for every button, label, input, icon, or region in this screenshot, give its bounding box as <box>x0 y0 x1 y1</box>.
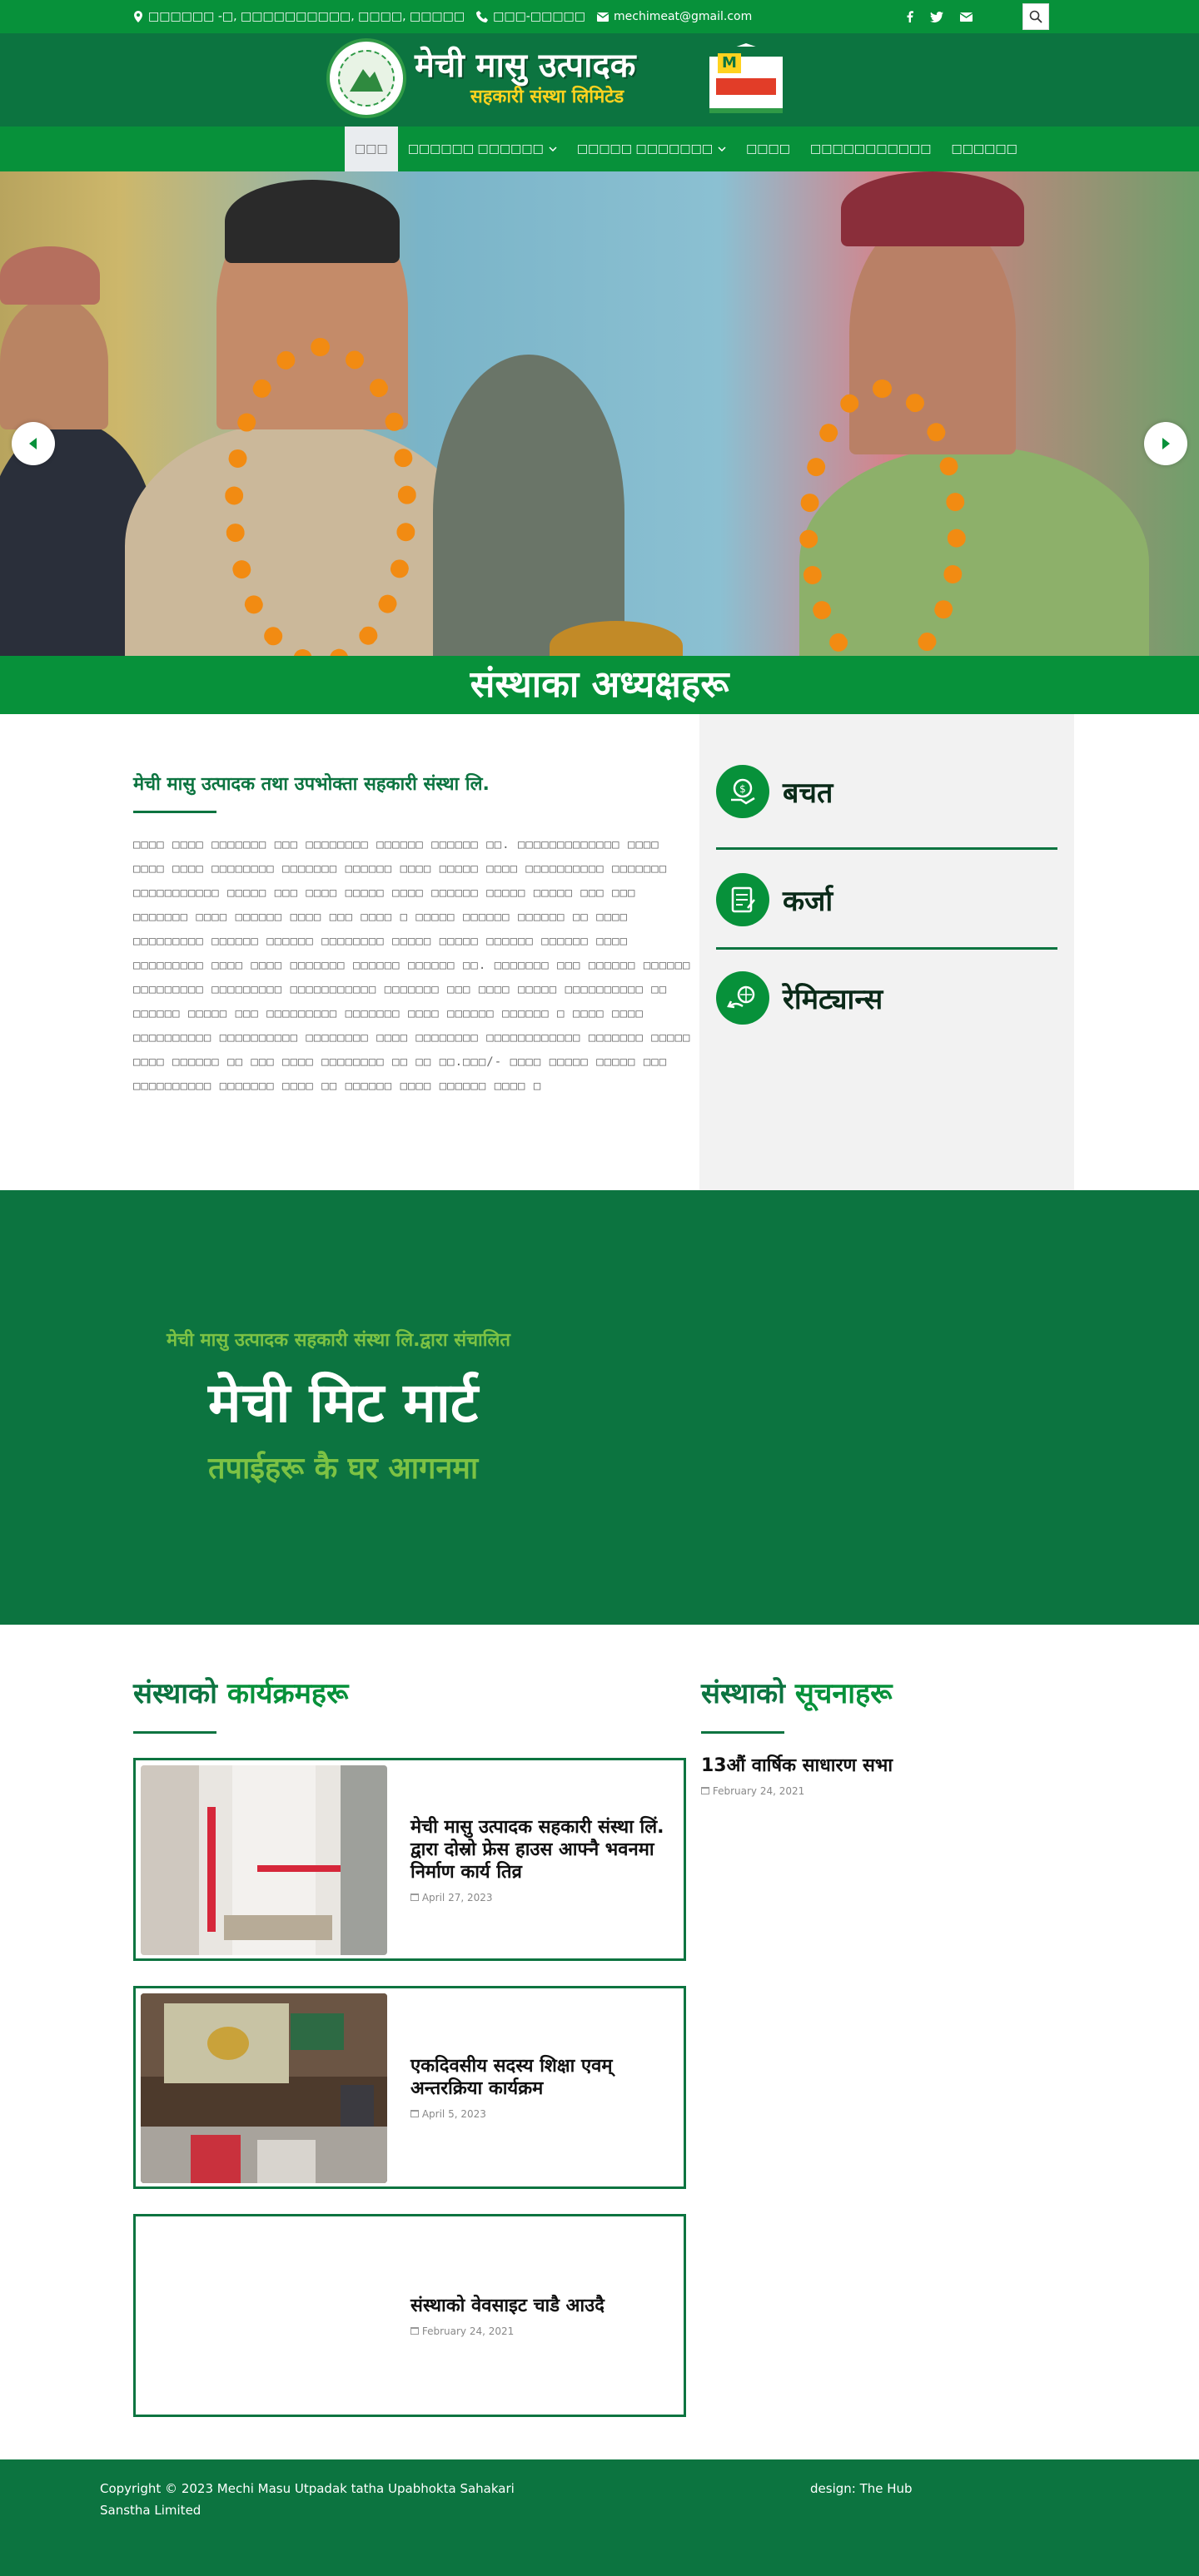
mart-banner-subtitle: मेची मासु उत्पादक सहकारी संस्था लि.द्वार… <box>167 1330 510 1351</box>
search-icon <box>1029 10 1042 23</box>
slider-next-button[interactable] <box>1144 422 1187 465</box>
brand-text: मेची मासु उत्पादक सहकारी संस्था लिमिटेड <box>415 47 679 110</box>
chevron-down-icon <box>718 146 726 151</box>
hero-slider <box>0 171 1199 656</box>
nav-item-4[interactable]: □□□□ <box>736 127 800 171</box>
calendar-icon <box>410 2326 419 2335</box>
services-panel: $ बचत कर्जा रेमिट्यान्स <box>699 714 1074 1190</box>
program-thumbnail[interactable] <box>141 1993 387 2183</box>
programs-title: संस्थाको कार्यक्रमहरू <box>133 1677 349 1710</box>
loan-icon <box>716 873 769 926</box>
notices-title: संस्थाको सूचनाहरू <box>701 1677 893 1710</box>
about-block: मेची मासु उत्पादक तथा उपभोक्ता सहकारी सं… <box>133 771 691 1099</box>
intro-section: मेची मासु उत्पादक तथा उपभोक्ता सहकारी सं… <box>0 714 1199 1190</box>
cooperative-seal-logo <box>326 38 406 118</box>
remittance-icon <box>716 971 769 1025</box>
service-divider <box>716 847 1057 850</box>
notice-date: February 24, 2021 <box>701 1785 1067 1797</box>
caret-left-icon <box>29 438 37 449</box>
heading-underline <box>133 811 216 813</box>
site-logo[interactable]: मेची मासु उत्पादक सहकारी संस्था लिमिटेड … <box>326 38 799 118</box>
social-links <box>907 3 1049 30</box>
mart-banner-title: मेची मिट मार्ट <box>208 1371 479 1435</box>
calendar-icon <box>701 1787 709 1794</box>
phone-item[interactable]: □□□-□□□□□ <box>476 10 585 23</box>
slider-caption: संस्थाका अध्यक्षहरू <box>0 656 1199 714</box>
nav-item-home[interactable]: □□□ <box>345 127 398 171</box>
chevron-down-icon <box>549 146 557 151</box>
phone-text: □□□-□□□□□ <box>493 10 585 23</box>
calendar-icon <box>410 2110 419 2117</box>
program-title[interactable]: मेची मासु उत्पादक सहकारी संस्था लिं. द्व… <box>410 1816 675 1884</box>
nav-item-contact[interactable]: □□□□□□ <box>942 127 1027 171</box>
service-savings[interactable]: $ बचत <box>716 764 1057 819</box>
site-footer: Copyright © 2023 Mechi Masu Utpadak tath… <box>0 2459 1199 2576</box>
footer-copyright: Copyright © 2023 Mechi Masu Utpadak tath… <box>100 2481 515 2518</box>
program-title[interactable]: संस्थाको वेवसाइट चाडै आउदै <box>410 2295 675 2317</box>
site-header: मेची मासु उत्पादक सहकारी संस्था लिमिटेड … <box>0 33 1199 127</box>
programs-column: संस्थाको कार्यक्रमहरू मेची मासु उत्पादक … <box>133 1673 686 2417</box>
service-remittance-label: रेमिट्यान्स <box>783 983 883 1016</box>
caret-right-icon <box>1162 438 1170 449</box>
heading-underline <box>133 1731 216 1734</box>
notices-column: संस्थाको सूचनाहरू 13औं वार्षिक साधारण सभ… <box>701 1673 1067 1797</box>
service-divider <box>716 947 1057 950</box>
phone-icon <box>476 11 489 22</box>
service-loan-label: कर्जा <box>783 885 833 918</box>
footer-credit[interactable]: design: The Hub <box>810 2478 913 2499</box>
meat-mart-banner: मेची मासु उत्पादक सहकारी संस्था लि.द्वार… <box>0 1190 1199 1625</box>
nav-item-services[interactable]: □□□□□ □□□□□□□ <box>567 127 736 171</box>
slider-prev-button[interactable] <box>12 422 55 465</box>
email-item[interactable]: mechimeat@gmail.com <box>597 10 752 23</box>
facebook-icon[interactable] <box>907 11 913 22</box>
service-loan[interactable]: कर्जा <box>716 872 1057 927</box>
nav-item-5[interactable]: □□□□□□□□□□□ <box>800 127 942 171</box>
savings-icon: $ <box>716 765 769 818</box>
twitter-icon[interactable] <box>930 11 943 22</box>
envelope-icon[interactable] <box>960 12 973 22</box>
program-card[interactable]: एकदिवसीय सदस्य शिक्षा एवम् अन्तरक्रिया क… <box>133 1986 686 2189</box>
location-icon <box>134 11 142 22</box>
search-button[interactable] <box>1022 3 1049 30</box>
about-heading: मेची मासु उत्पादक तथा उपभोक्ता सहकारी सं… <box>133 774 490 795</box>
address-text: □□□□□□ -□, □□□□□□□□□□, □□□□, □□□□□ <box>148 10 465 23</box>
heading-underline <box>701 1731 784 1734</box>
email-text: mechimeat@gmail.com <box>614 10 753 23</box>
meat-mart-logo: M <box>693 38 799 118</box>
top-bar: □□□□□□ -□, □□□□□□□□□□, □□□□, □□□□□ □□□-□… <box>0 0 1199 33</box>
program-title[interactable]: एकदिवसीय सदस्य शिक्षा एवम् अन्तरक्रिया क… <box>410 2055 675 2100</box>
brand-sub-text: सहकारी संस्था लिमिटेड <box>470 87 624 107</box>
program-card[interactable]: मेची मासु उत्पादक सहकारी संस्था लिं. द्व… <box>133 1758 686 1961</box>
nav-item-about[interactable]: □□□□□□ □□□□□□ <box>398 127 567 171</box>
calendar-icon <box>410 1893 419 1901</box>
about-body: □□□□ □□□□ □□□□□□□ □□□ □□□□□□□□ □□□□□□ □□… <box>133 838 691 1093</box>
service-remittance[interactable]: रेमिट्यान्स <box>716 970 1057 1025</box>
program-thumbnail[interactable] <box>141 1765 387 1955</box>
main-nav: □□□ □□□□□□ □□□□□□ □□□□□ □□□□□□□ □□□□ □□□… <box>0 127 1199 171</box>
mart-banner-tagline: तपाईहरू कै घर आगनमा <box>208 1452 479 1486</box>
brand-main-text: मेची मासु उत्पादक <box>415 46 636 85</box>
program-date: April 5, 2023 <box>410 2108 675 2120</box>
program-card[interactable]: संस्थाको वेवसाइट चाडै आउदै February 24, … <box>133 2214 686 2417</box>
program-date: February 24, 2021 <box>410 2325 675 2337</box>
program-date: April 27, 2023 <box>410 1892 675 1903</box>
mart-logo-letter: M <box>718 53 741 73</box>
programs-section: संस्थाको कार्यक्रमहरू मेची मासु उत्पादक … <box>0 1625 1199 2459</box>
mail-icon <box>597 12 609 22</box>
notice-title[interactable]: 13औं वार्षिक साधारण सभा <box>701 1752 1067 1777</box>
address-item: □□□□□□ -□, □□□□□□□□□□, □□□□, □□□□□ <box>133 10 465 23</box>
service-savings-label: बचत <box>783 777 833 810</box>
svg-text:$: $ <box>739 783 746 795</box>
